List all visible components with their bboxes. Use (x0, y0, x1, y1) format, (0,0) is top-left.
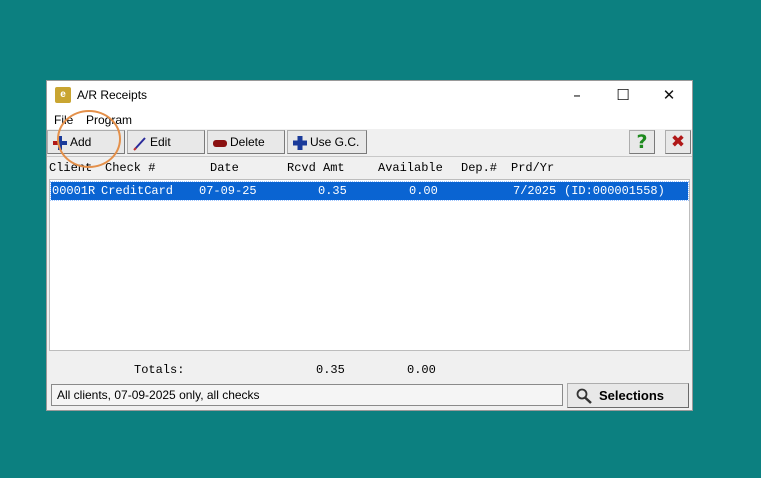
col-client[interactable]: Client (49, 161, 92, 175)
col-date[interactable]: Date (210, 161, 239, 175)
col-rcvd-amt[interactable]: Rcvd Amt (287, 161, 345, 175)
cell-id: (ID:000001558) (564, 184, 665, 198)
cell-client: 00001R (52, 184, 96, 198)
magnifier-icon (576, 388, 592, 404)
add-button[interactable]: Add (47, 130, 125, 154)
selections-label: Selections (599, 388, 665, 403)
exit-icon: ✖ (670, 132, 686, 152)
cell-prd-yr: 7/2025 (513, 184, 557, 198)
cell-date: 07-09-25 (199, 184, 257, 198)
close-window-button[interactable]: ✕ (646, 81, 692, 111)
edit-button[interactable]: Edit (127, 130, 205, 154)
menu-bar: File Program (47, 111, 692, 129)
help-icon: ? (636, 131, 648, 153)
cell-available: 0.00 (409, 184, 438, 198)
maximize-button[interactable]: ☐ (600, 81, 646, 111)
use-gc-label: Use G.C. (310, 135, 360, 149)
add-icon (53, 136, 67, 150)
col-available[interactable]: Available (378, 161, 443, 175)
cell-check: CreditCard (101, 184, 174, 198)
window-title: A/R Receipts (77, 88, 148, 102)
delete-button[interactable]: Delete (207, 130, 285, 154)
col-prd-yr[interactable]: Prd/Yr (511, 161, 554, 175)
totals-row: Totals: 0.35 0.00 (47, 359, 692, 379)
menu-file[interactable]: File (54, 113, 73, 127)
filter-status: All clients, 07-09-2025 only, all checks (51, 384, 563, 406)
col-check[interactable]: Check # (105, 161, 155, 175)
delete-label: Delete (230, 135, 265, 149)
minimize-button[interactable]: – (554, 81, 600, 111)
list-header: Client Check # Date Rcvd Amt Available D… (47, 157, 692, 179)
plus-icon (293, 136, 307, 150)
totals-label: Totals: (134, 363, 185, 377)
selections-button[interactable]: Selections (567, 383, 689, 408)
app-icon: e (55, 87, 71, 103)
ar-receipts-window: e A/R Receipts – ☐ ✕ File Program Add Ed… (46, 80, 693, 411)
use-gc-button[interactable]: Use G.C. (287, 130, 367, 154)
title-bar[interactable]: e A/R Receipts – ☐ ✕ (47, 81, 692, 111)
help-button[interactable]: ? (629, 130, 655, 154)
totals-rcvd-amt: 0.35 (316, 363, 345, 377)
totals-available: 0.00 (407, 363, 436, 377)
table-row[interactable]: 00001R CreditCard 07-09-25 0.35 0.00 7/2… (50, 181, 689, 201)
edit-label: Edit (150, 135, 171, 149)
delete-icon (213, 140, 227, 147)
col-dep[interactable]: Dep.# (461, 161, 497, 175)
exit-button[interactable]: ✖ (665, 130, 691, 154)
add-label: Add (70, 135, 92, 149)
menu-program[interactable]: Program (86, 113, 132, 127)
cell-rcvd-amt: 0.35 (318, 184, 347, 198)
toolbar: Add Edit Delete Use G.C. ? ✖ (47, 129, 692, 157)
receipts-list[interactable]: 00001R CreditCard 07-09-25 0.35 0.00 7/2… (49, 179, 690, 351)
pencil-icon (133, 137, 146, 151)
